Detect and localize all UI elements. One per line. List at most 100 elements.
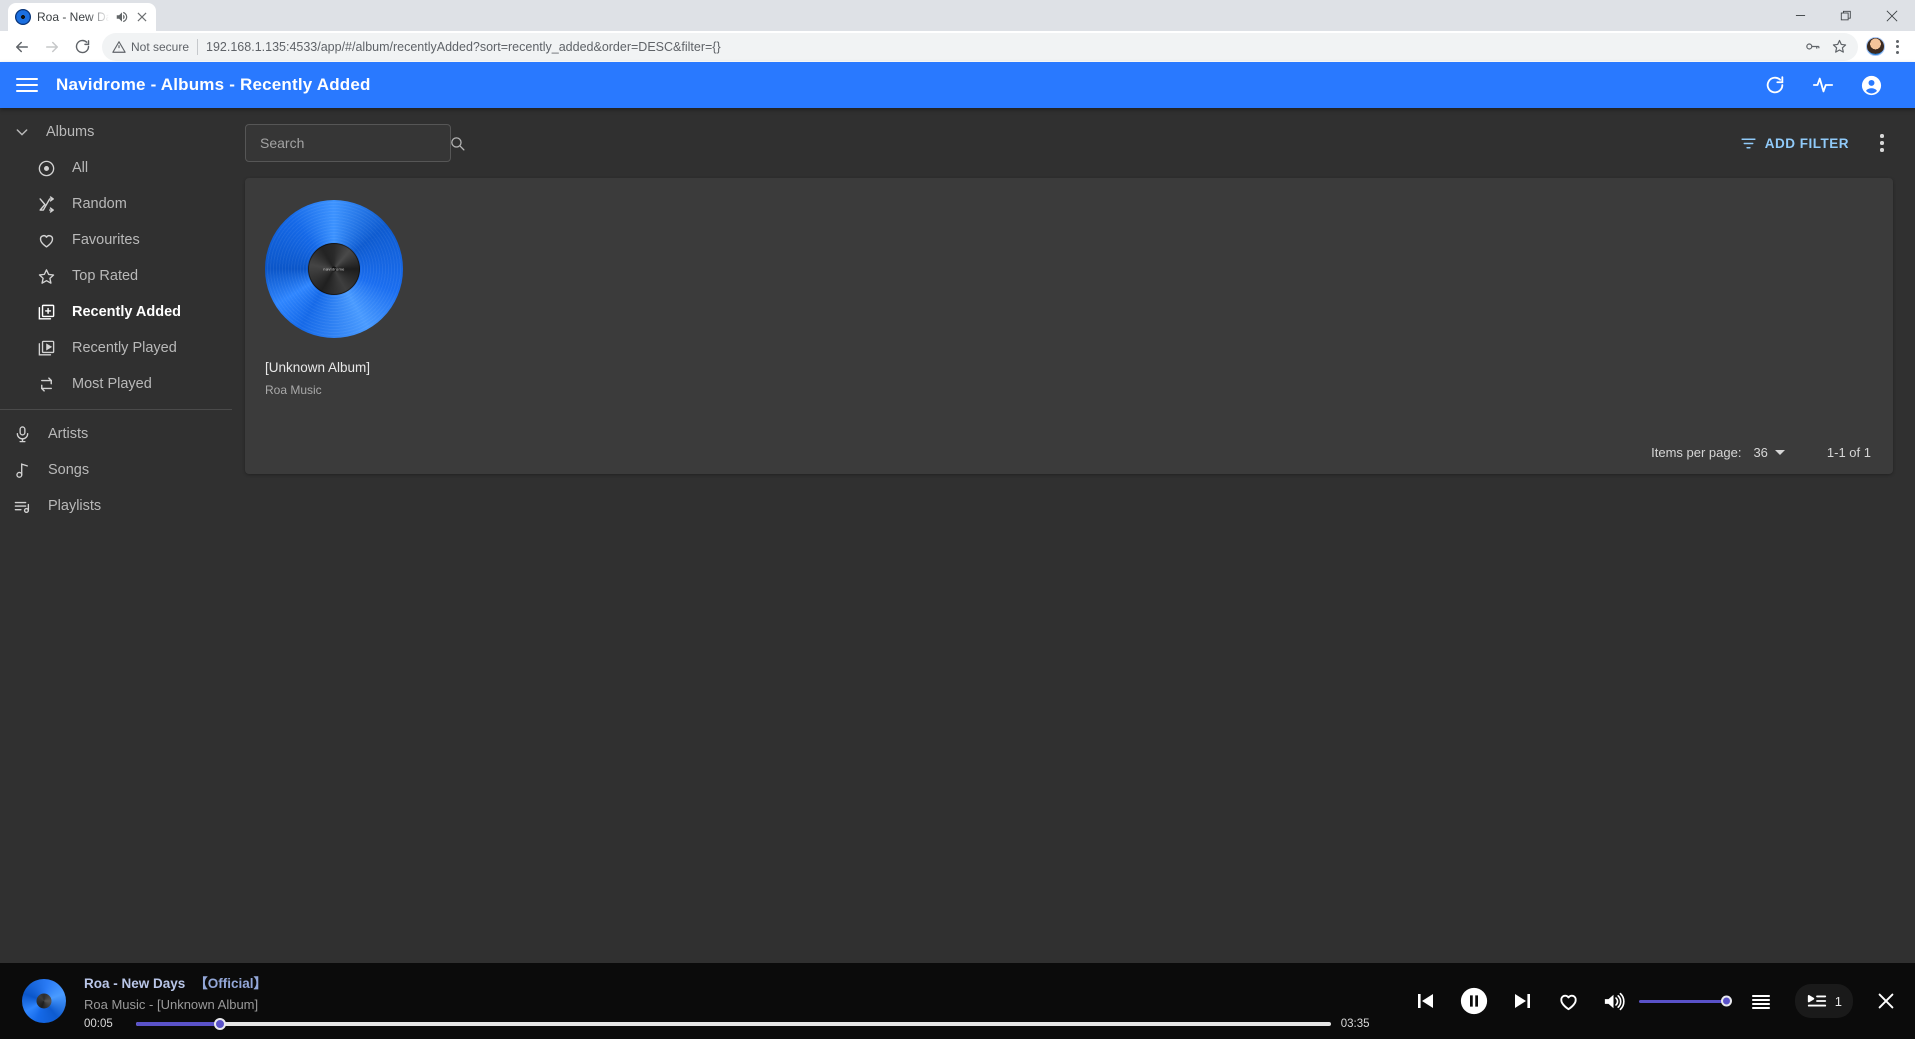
library-add-icon [36,302,56,322]
sidebar-item-songs[interactable]: Songs [0,452,232,488]
key-icon[interactable] [1804,38,1821,55]
url-text: 192.168.1.135:4533/app/#/album/recentlyA… [206,39,721,54]
next-track-button[interactable] [1511,989,1535,1013]
sidebar-item-label: Random [72,196,127,212]
content-toolbar: ADD FILTER [233,108,1893,178]
pagination-range: 1-1 of 1 [1826,445,1871,460]
sidebar-item-random[interactable]: Random [0,186,232,222]
add-filter-button[interactable]: ADD FILTER [1732,127,1857,160]
pause-button[interactable] [1459,986,1489,1016]
omnibox-divider [197,38,199,55]
sidebar-item-recently-added[interactable]: Recently Added [0,294,232,330]
browser-tab-strip: Roa - New Day [0,0,1915,31]
star-outline-icon[interactable] [1831,38,1848,55]
speaker-playing-icon[interactable] [115,10,129,24]
more-vert-icon[interactable] [1871,128,1893,158]
vinyl-record-icon [15,9,31,25]
browser-toolbar: Not secure 192.168.1.135:4533/app/#/albu… [0,31,1915,62]
volume-slider[interactable] [1638,995,1732,1007]
favourite-button[interactable] [1557,990,1580,1013]
sidebar-item-label: All [72,160,89,176]
caret-down-icon [1774,450,1785,455]
player-progress-slider[interactable] [136,1018,1331,1030]
items-per-page-select[interactable]: 36 [1753,445,1785,460]
sidebar-item-label: Artists [48,426,89,442]
address-bar[interactable]: Not secure 192.168.1.135:4533/app/#/albu… [102,32,1858,61]
account-circle-icon[interactable] [1860,74,1883,97]
blue-vinyl-record-icon[interactable] [22,979,66,1023]
queue-list-icon[interactable] [1749,989,1773,1013]
album-card[interactable]: navidrome [Unknown Album] Roa Music [265,200,433,397]
player-track-info: Roa - New Days 【Official】 Roa Music - [U… [84,972,1383,1030]
navidrome-app: Navidrome - Albums - Recently Added Albu… [0,62,1915,1039]
window-minimize-button[interactable] [1777,0,1823,31]
previous-track-button[interactable] [1413,989,1437,1013]
sidebar-item-artists[interactable]: Artists [0,416,232,452]
player-bar: Roa - New Days 【Official】 Roa Music - [U… [0,963,1915,1039]
star-outline-icon [36,266,56,286]
chevron-down-icon [12,122,32,142]
items-per-page-label: Items per page: [1651,445,1742,460]
player-progress-fill [136,1022,220,1026]
app-header-actions [1764,74,1901,97]
chrome-menu-icon[interactable] [1887,36,1907,58]
app-body: Albums All Random Favourites Top Rated R… [0,108,1915,1039]
album-artist: Roa Music [265,383,322,397]
sidebar-group-albums[interactable]: Albums [0,114,232,150]
browser-tab[interactable]: Roa - New Day [8,3,156,31]
player-current-time: 00:05 [84,1018,113,1030]
hamburger-menu-icon[interactable] [14,72,40,98]
sidebar-item-playlists[interactable]: Playlists [0,488,232,524]
sidebar-item-favourites[interactable]: Favourites [0,222,232,258]
search-icon[interactable] [449,135,466,152]
player-progress-row: 00:05 03:35 [84,1018,1383,1030]
security-label: Not secure [131,39,190,54]
playlist-play-icon [1806,990,1828,1012]
sidebar-item-most-played[interactable]: Most Played [0,366,232,402]
sidebar-item-all[interactable]: All [0,150,232,186]
app-header: Navidrome - Albums - Recently Added [0,62,1915,108]
sidebar: Albums All Random Favourites Top Rated R… [0,108,233,1039]
player-track-title[interactable]: Roa - New Days [84,976,185,991]
player-track-tag: 【Official】 [194,976,268,991]
sidebar-item-label: Top Rated [72,268,139,284]
sidebar-item-label: Favourites [72,232,140,248]
microphone-icon [12,424,32,444]
window-close-button[interactable] [1869,0,1915,31]
sidebar-item-label: Playlists [48,498,102,514]
blue-vinyl-record-placeholder[interactable]: navidrome [265,200,403,338]
sidebar-item-label: Recently Played [72,340,177,356]
queue-badge[interactable]: 1 [1794,984,1853,1018]
main-content: ADD FILTER navidrome [Unknown Album] [233,108,1915,1039]
page-title: Navidrome - Albums - Recently Added [56,75,371,94]
browser-tab-title: Roa - New Day [37,10,109,24]
forward-button[interactable] [38,33,66,61]
account-avatar-icon[interactable] [1866,37,1885,56]
sidebar-item-label: Songs [48,462,90,478]
close-player-button[interactable] [1875,990,1897,1012]
volume-up-icon[interactable] [1602,990,1625,1013]
player-track-subtitle[interactable]: Roa Music - [Unknown Album] [84,997,1383,1012]
volume-control [1602,990,1732,1013]
library-play-icon [36,338,56,358]
player-track-line: Roa - New Days 【Official】 [84,972,1383,992]
music-note-icon [12,460,32,480]
window-maximize-button[interactable] [1823,0,1869,31]
back-button[interactable] [8,33,36,61]
sidebar-group-label: Albums [46,124,95,140]
activity-pulse-icon[interactable] [1812,74,1834,96]
refresh-icon[interactable] [1764,74,1786,96]
sidebar-item-recently-played[interactable]: Recently Played [0,330,232,366]
player-progress-handle[interactable] [213,1018,226,1030]
queue-count: 1 [1834,993,1842,1009]
sidebar-divider [0,409,232,410]
window-controls [1777,0,1915,31]
add-filter-label: ADD FILTER [1764,135,1849,151]
search-input[interactable] [260,135,441,151]
security-status[interactable]: Not secure [112,40,189,54]
search-box[interactable] [245,124,465,162]
volume-slider-handle[interactable] [1720,995,1732,1007]
tab-close-icon[interactable] [135,10,149,24]
reload-button[interactable] [68,33,96,61]
sidebar-item-top-rated[interactable]: Top Rated [0,258,232,294]
